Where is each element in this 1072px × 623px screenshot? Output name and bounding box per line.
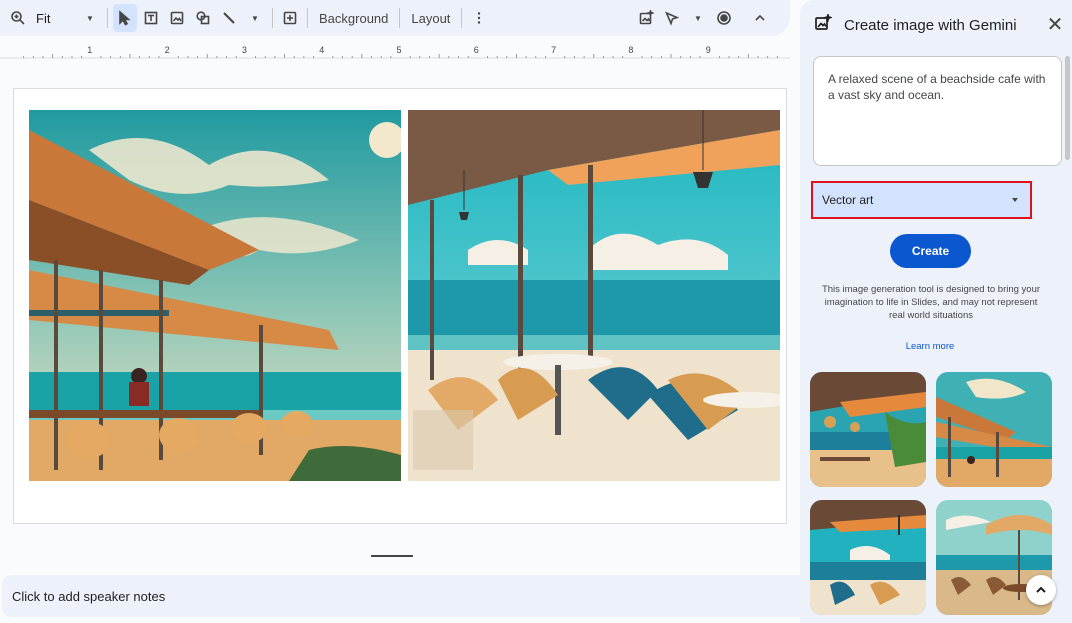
chevron-down-icon bbox=[1012, 198, 1018, 202]
ruler-number: 5 bbox=[397, 45, 402, 55]
divider bbox=[272, 8, 273, 28]
panel-scrollbar[interactable] bbox=[1065, 56, 1070, 160]
generate-image-icon bbox=[814, 11, 834, 37]
beach-cafe-image-left[interactable] bbox=[29, 110, 401, 481]
zoom-icon[interactable] bbox=[6, 4, 30, 32]
ruler-number: 1 bbox=[87, 45, 92, 55]
divider bbox=[307, 8, 308, 28]
disclaimer-text: This image generation tool is designed t… bbox=[821, 284, 1041, 321]
pen-tool-icon[interactable] bbox=[660, 4, 684, 32]
slides-editor: Fit ▼ ▼ Background Layout ▼ 1 2 3 4 5 6 … bbox=[0, 0, 1072, 623]
select-pointer-icon[interactable] bbox=[113, 4, 137, 32]
generate-image-icon[interactable] bbox=[634, 4, 658, 32]
horizontal-ruler: 1 2 3 4 5 6 7 8 9 bbox=[0, 44, 790, 62]
speaker-notes-placeholder: Click to add speaker notes bbox=[12, 588, 166, 604]
pen-dropdown-arrow-icon[interactable]: ▼ bbox=[686, 4, 710, 32]
gemini-side-panel: Create image with Gemini ✕ A relaxed sce… bbox=[800, 0, 1072, 623]
panel-title: Create image with Gemini bbox=[844, 16, 1017, 34]
notes-resize-handle[interactable] bbox=[371, 555, 413, 557]
more-options-icon[interactable] bbox=[467, 4, 491, 32]
style-dropdown-value: Vector art bbox=[822, 193, 874, 207]
zoom-label: Fit bbox=[36, 10, 51, 26]
line-icon[interactable] bbox=[217, 4, 241, 32]
generated-image-thumbnail[interactable] bbox=[810, 372, 926, 487]
style-dropdown-field[interactable]: Vector art bbox=[811, 181, 1032, 219]
layout-label: Layout bbox=[411, 10, 451, 26]
divider bbox=[399, 8, 401, 28]
zoom-select[interactable]: Fit bbox=[32, 4, 76, 32]
create-button-label: Create bbox=[911, 244, 950, 258]
style-dropdown[interactable]: Vector art bbox=[811, 181, 1032, 219]
record-icon[interactable] bbox=[712, 4, 736, 32]
create-button[interactable]: Create bbox=[890, 234, 971, 268]
prompt-input[interactable]: A relaxed scene of a beachside cafe with… bbox=[813, 56, 1062, 166]
ruler-number: 8 bbox=[628, 45, 633, 55]
shape-icon[interactable] bbox=[191, 4, 215, 32]
close-icon[interactable]: ✕ bbox=[1044, 15, 1066, 35]
ruler-number: 9 bbox=[706, 45, 711, 55]
ruler-number: 6 bbox=[474, 45, 479, 55]
generated-image-thumbnail[interactable] bbox=[936, 372, 1052, 487]
panel-header: Create image with Gemini ✕ bbox=[814, 11, 1066, 37]
insert-image-icon[interactable] bbox=[165, 4, 189, 32]
toolbar: Fit ▼ ▼ Background Layout ▼ bbox=[0, 0, 790, 36]
divider bbox=[107, 8, 108, 28]
zoom-dropdown-arrow-icon[interactable]: ▼ bbox=[78, 4, 102, 32]
scroll-to-top-button[interactable] bbox=[1026, 575, 1056, 605]
divider bbox=[461, 8, 463, 28]
ruler-number: 7 bbox=[551, 45, 556, 55]
text-box-icon[interactable] bbox=[139, 4, 163, 32]
beach-cafe-image-right[interactable] bbox=[408, 110, 780, 481]
slide-canvas[interactable] bbox=[13, 88, 787, 524]
collapse-toolbar-chevron-icon[interactable] bbox=[748, 4, 772, 32]
background-label: Background bbox=[319, 10, 389, 26]
chevron-up-icon bbox=[1036, 586, 1046, 593]
learn-more-link[interactable]: Learn more bbox=[800, 341, 1060, 352]
ruler-number: 3 bbox=[242, 45, 247, 55]
line-dropdown-arrow-icon[interactable]: ▼ bbox=[243, 4, 267, 32]
generated-image-thumbnail[interactable] bbox=[810, 500, 926, 615]
background-button[interactable]: Background bbox=[313, 4, 394, 32]
ruler-number: 4 bbox=[319, 45, 324, 55]
ruler-number: 2 bbox=[165, 45, 170, 55]
prompt-text: A relaxed scene of a beachside cafe with… bbox=[828, 72, 1046, 102]
new-slide-comment-icon[interactable] bbox=[278, 4, 302, 32]
layout-button[interactable]: Layout bbox=[405, 4, 456, 32]
speaker-notes-area[interactable]: Click to add speaker notes bbox=[2, 575, 812, 617]
